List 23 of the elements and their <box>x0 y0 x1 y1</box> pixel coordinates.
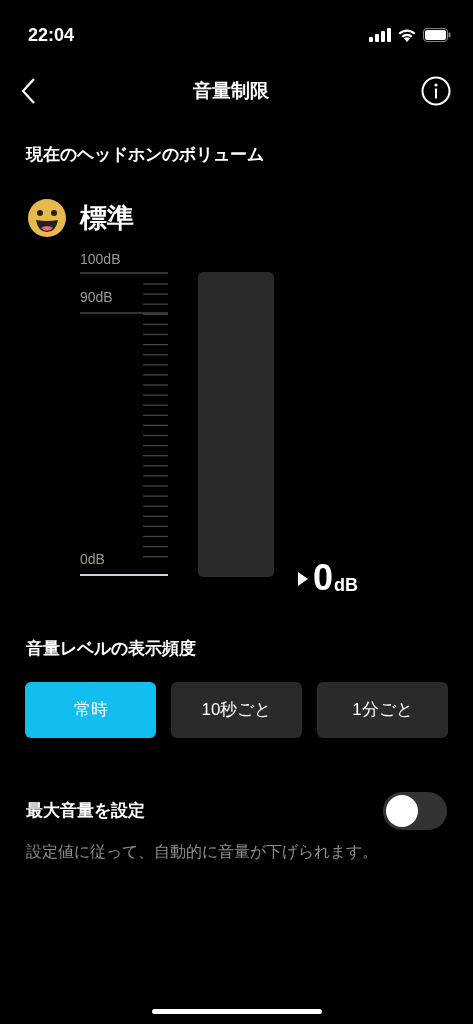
info-icon <box>421 76 451 106</box>
battery-icon <box>423 28 451 42</box>
meter-unit: dB <box>334 576 359 594</box>
scale-label: 0dB <box>80 552 105 566</box>
volume-status: 標準 <box>80 201 134 235</box>
scale-label: 100dB <box>80 252 121 266</box>
section-label: 音量レベルの表示頻度 <box>26 638 197 660</box>
meter-reading: 0 <box>313 560 334 596</box>
back-icon <box>20 77 36 105</box>
signal-icon <box>369 28 391 42</box>
pointer-icon <box>298 572 308 586</box>
max-volume-toggle[interactable] <box>383 791 447 830</box>
setting-description: 設定値に従って、自動的に音量が下げられます。 <box>26 841 379 862</box>
smiley-icon <box>27 197 67 238</box>
screen-title: 音量制限 <box>192 78 269 103</box>
wifi-icon <box>397 28 417 42</box>
setting-label: 最大音量を設定 <box>26 799 145 822</box>
info-button[interactable] <box>421 75 453 107</box>
status-time: 22:04 <box>28 23 75 47</box>
frequency-option[interactable]: 1分ごと <box>317 681 448 738</box>
scale-label: 90dB <box>80 290 113 304</box>
section-label: 現在のヘッドホンのボリューム <box>26 144 265 166</box>
frequency-option[interactable]: 10秒ごと <box>171 681 302 738</box>
